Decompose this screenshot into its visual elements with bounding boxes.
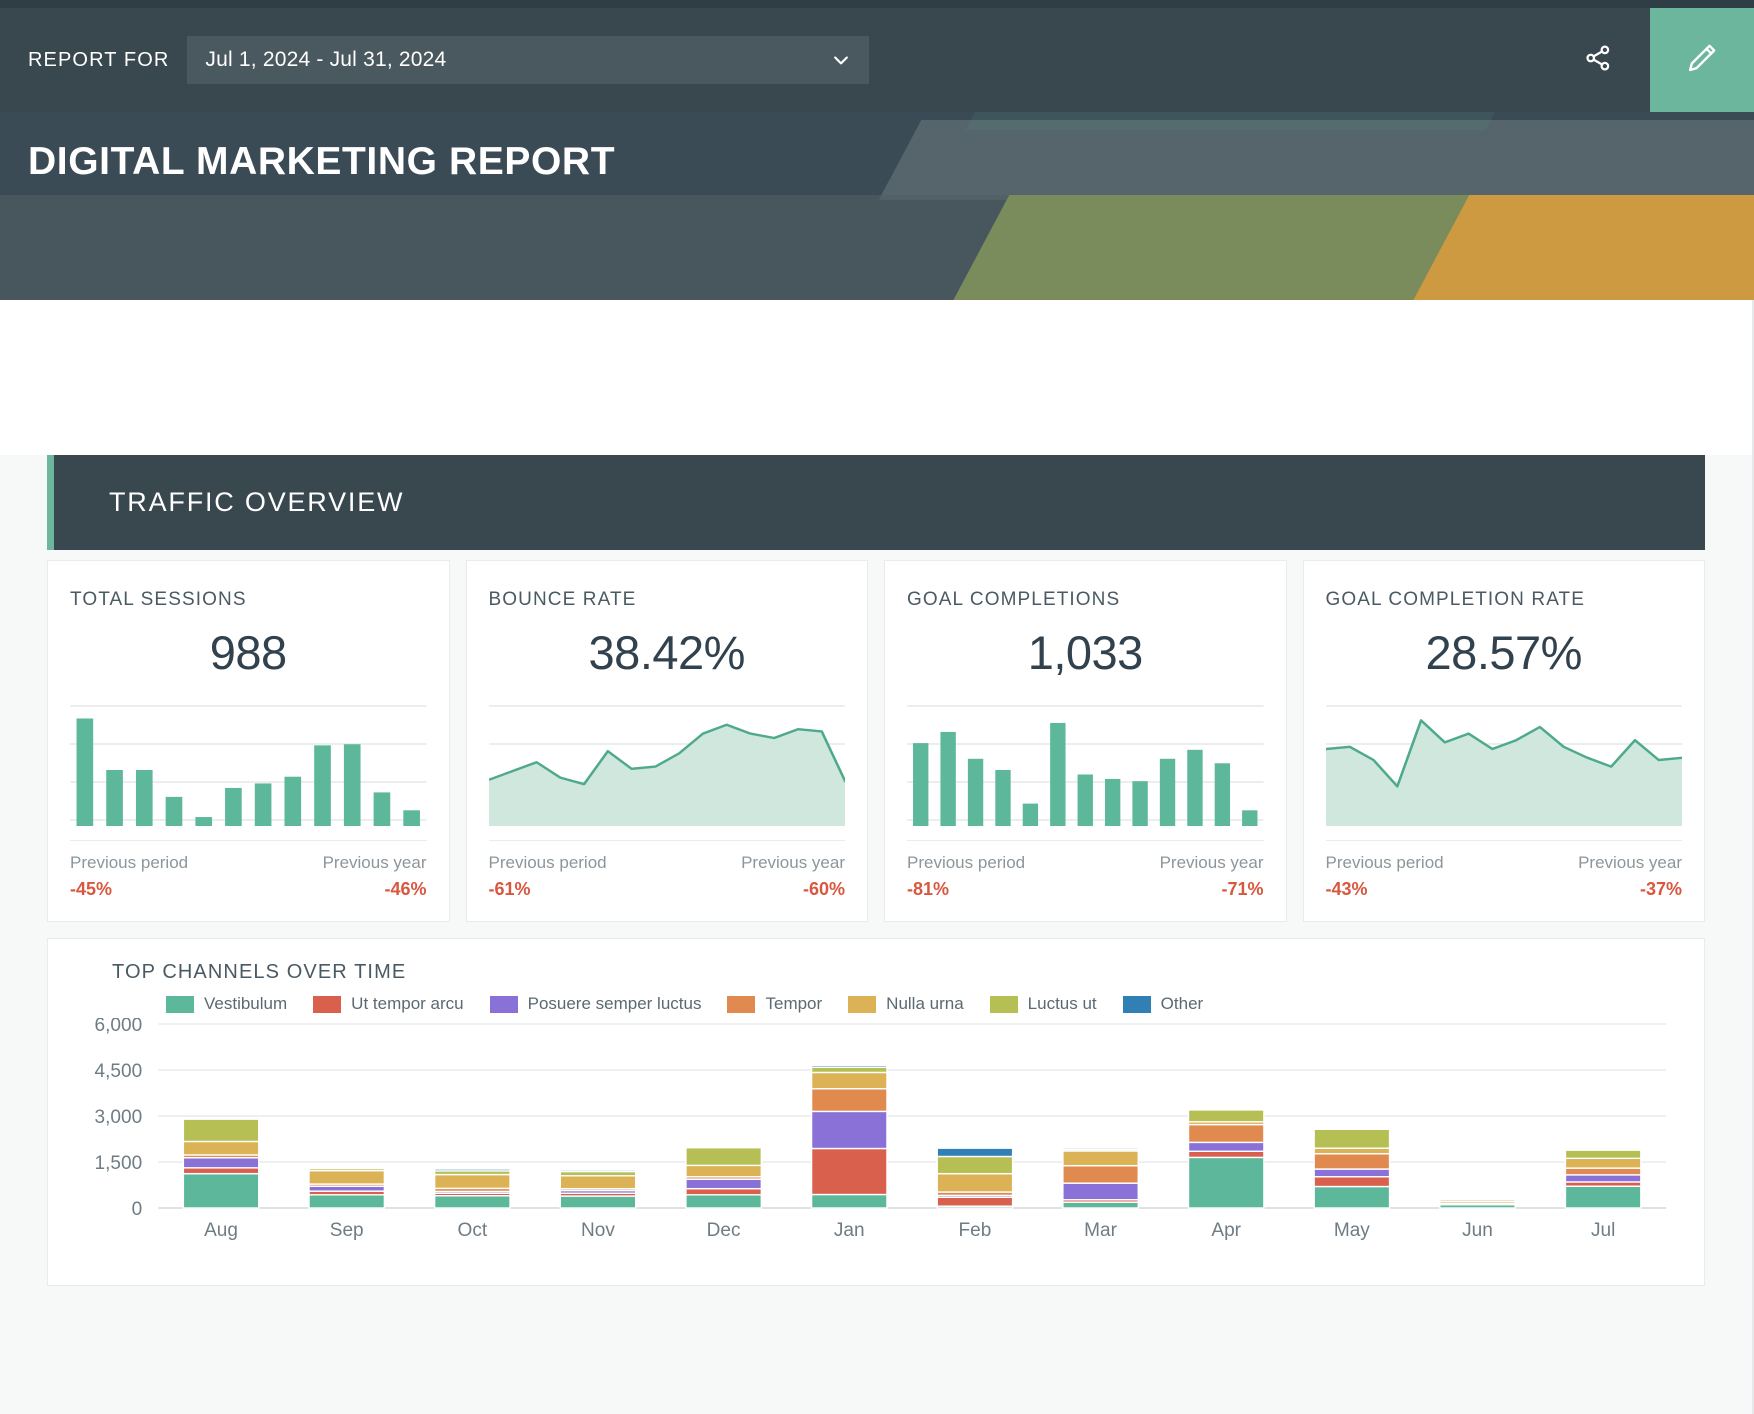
date-range-value: Jul 1, 2024 - Jul 31, 2024 <box>205 48 447 71</box>
kpi-value: 1,033 <box>1027 626 1144 679</box>
kpi-sparkline <box>907 702 1264 826</box>
chevron-down-icon <box>831 50 851 70</box>
kpi-sparkline <box>488 702 845 826</box>
svg-text:0: 0 <box>132 1199 143 1220</box>
previous-year-label: Previous year <box>741 853 845 872</box>
kpi-card: TOTAL SESSIONS 988 Previous period Previous… <box>47 560 450 922</box>
svg-text:1,500: 1,500 <box>95 1153 143 1174</box>
legend-label: Other <box>1160 994 1204 1013</box>
share-button[interactable] <box>1546 8 1650 112</box>
kpi-comparison-footer: Previous period Previous year -45% -46% <box>70 840 427 900</box>
legend-swatch <box>489 995 518 1013</box>
kpi-label: BOUNCE RATE <box>488 589 637 610</box>
section-header-traffic-overview: TRAFFIC OVERVIEW <box>47 455 1705 550</box>
svg-text:4,500: 4,500 <box>95 1061 143 1082</box>
previous-period-change: -81% <box>907 879 950 899</box>
edit-button[interactable] <box>1650 8 1754 112</box>
share-icon <box>1583 43 1613 78</box>
kpi-comparison-footer: Previous period Previous year -43% -37% <box>1325 840 1682 900</box>
legend-item[interactable]: Posuere semper luctus <box>489 994 702 1014</box>
legend-swatch <box>848 995 877 1013</box>
legend-label: Ut tempor arcu <box>351 994 464 1013</box>
kpi-label: GOAL COMPLETION RATE <box>1325 589 1586 610</box>
toolbar-actions <box>1546 8 1754 112</box>
legend-swatch <box>727 995 756 1013</box>
report-for-label: REPORT FOR <box>28 48 170 71</box>
previous-year-change: -71% <box>1221 879 1264 899</box>
previous-year-label: Previous year <box>1578 853 1682 872</box>
previous-year-change: -46% <box>384 879 427 899</box>
legend-swatch <box>313 995 342 1013</box>
legend-label: Vestibulum <box>204 994 288 1013</box>
svg-text:3,000: 3,000 <box>95 1107 143 1128</box>
stacked-bar-chart: 0 1,500 3,000 4,500 6,000 Aug Sep Oct Nov Dec Jan F… <box>66 1018 1680 1248</box>
report-toolbar: REPORT FOR Jul 1, 2024 - Jul 31, 2024 <box>0 8 1754 112</box>
previous-period-label: Previous period <box>1325 853 1444 872</box>
previous-period-change: -61% <box>488 879 531 899</box>
svg-text:6,000: 6,000 <box>95 1018 143 1036</box>
legend-item[interactable]: Other <box>1122 994 1204 1014</box>
kpi-card-row: TOTAL SESSIONS 988 Previous period Previous… <box>47 560 1705 922</box>
pencil-icon <box>1685 41 1719 80</box>
svg-text:Feb: Feb <box>959 1220 992 1241</box>
previous-period-change: -45% <box>70 879 113 899</box>
previous-period-change: -43% <box>1325 879 1368 899</box>
kpi-card: BOUNCE RATE 38.42% Previous period Previous… <box>465 560 868 922</box>
previous-year-label: Previous year <box>1159 853 1264 872</box>
kpi-label: GOAL COMPLETIONS <box>907 589 1121 610</box>
kpi-card: GOAL COMPLETIONS 1,033 Previous period Prev… <box>884 560 1287 922</box>
svg-text:Jul: Jul <box>1591 1220 1615 1241</box>
previous-year-change: -37% <box>1639 879 1682 899</box>
legend-swatch <box>1122 995 1151 1013</box>
kpi-comparison-footer: Previous period Previous year -61% -60% <box>488 840 845 900</box>
svg-text:Nov: Nov <box>581 1220 615 1241</box>
kpi-sparkline <box>70 702 427 826</box>
svg-text:Jun: Jun <box>1462 1220 1493 1241</box>
section-title: TRAFFIC OVERVIEW <box>109 487 405 517</box>
legend-item[interactable]: Tempor <box>727 994 822 1014</box>
svg-text:Oct: Oct <box>458 1220 488 1241</box>
svg-text:Aug: Aug <box>204 1220 238 1241</box>
legend-item[interactable]: Vestibulum <box>166 994 287 1014</box>
chart-title: TOP CHANNELS OVER TIME <box>112 961 407 983</box>
svg-text:Sep: Sep <box>330 1220 364 1241</box>
report-body: TRAFFIC OVERVIEW TOTAL SESSIONS 988 Previo… <box>0 300 1754 1414</box>
kpi-sparkline <box>1325 702 1682 826</box>
legend-label: Tempor <box>765 994 823 1013</box>
svg-text:Apr: Apr <box>1211 1220 1241 1241</box>
kpi-label: TOTAL SESSIONS <box>70 589 247 610</box>
previous-year-label: Previous year <box>322 853 427 872</box>
body-spacer <box>0 300 1752 455</box>
svg-text:Mar: Mar <box>1084 1220 1117 1241</box>
legend-swatch <box>166 995 194 1013</box>
svg-text:May: May <box>1334 1220 1370 1241</box>
previous-period-label: Previous period <box>907 853 1026 872</box>
date-range-select[interactable]: Jul 1, 2024 - Jul 31, 2024 <box>187 36 870 84</box>
kpi-value: 38.42% <box>588 626 746 679</box>
previous-year-change: -60% <box>802 879 845 899</box>
svg-text:Dec: Dec <box>707 1220 741 1241</box>
kpi-card: GOAL COMPLETION RATE 28.57% Previous perio… <box>1302 560 1705 922</box>
legend-item[interactable]: Nulla urna <box>848 994 964 1014</box>
section-accent-bar <box>47 455 54 550</box>
kpi-value: 988 <box>209 626 287 679</box>
kpi-comparison-footer: Previous period Previous year -81% -71% <box>907 840 1264 900</box>
svg-text:Jan: Jan <box>834 1220 865 1241</box>
legend-label: Posuere semper luctus <box>527 994 702 1013</box>
top-channels-chart-card: TOP CHANNELS OVER TIME Vestibulum Ut temp… <box>47 938 1705 1286</box>
report-page: REPORT FOR Jul 1, 2024 - Jul 31, 2024 DI… <box>0 0 1754 1414</box>
legend-item[interactable]: Luctus ut <box>989 994 1097 1014</box>
legend-swatch <box>989 995 1018 1013</box>
previous-period-label: Previous period <box>70 853 189 872</box>
legend-label: Nulla urna <box>886 994 964 1013</box>
page-title: DIGITAL MARKETING REPORT <box>28 140 616 183</box>
previous-period-label: Previous period <box>488 853 607 872</box>
legend-label: Luctus ut <box>1027 994 1097 1013</box>
chart-legend: Vestibulum Ut tempor arcu Posuere semper l… <box>166 994 1680 1014</box>
kpi-value: 28.57% <box>1425 626 1583 679</box>
legend-item[interactable]: Ut tempor arcu <box>313 994 464 1014</box>
report-banner: REPORT FOR Jul 1, 2024 - Jul 31, 2024 DI… <box>0 0 1754 300</box>
